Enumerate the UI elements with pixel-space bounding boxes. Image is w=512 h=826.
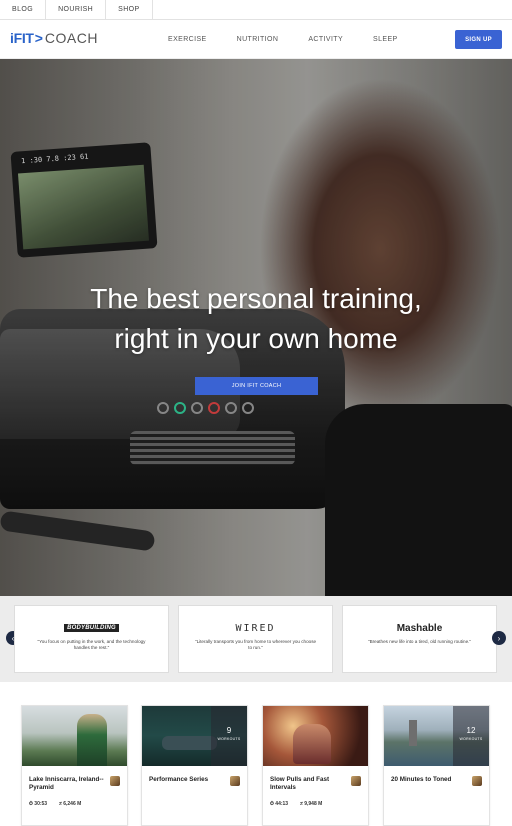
logo-brand: iFIT [10, 30, 34, 46]
blog-link[interactable]: BLOG [0, 0, 47, 19]
press-quote-card: WIRED "Literally transports you from hom… [178, 605, 333, 673]
series-count: 9 [226, 726, 232, 735]
press-quote-card: Mashable "Breathes new life into a tired… [342, 605, 497, 673]
workout-meta: ⏱ 44:13 ≠ 9,948 M [270, 801, 334, 807]
series-thumbnail: 12 WORKOUTS [384, 706, 489, 766]
logo-arrow-icon: > [34, 30, 43, 46]
nav-exercise[interactable]: EXERCISE [168, 36, 207, 43]
workout-title: Lake Inniscarra, Ireland--Pyramid [29, 776, 104, 791]
nav-nutrition[interactable]: NUTRITION [237, 36, 279, 43]
workout-cards: Lake Inniscarra, Ireland--Pyramid ⏱ 30:5… [0, 682, 512, 826]
series-title: Performance Series [149, 776, 209, 783]
hero-headline-line2: right in your own home [114, 323, 398, 354]
carousel-next-button[interactable]: › [492, 631, 506, 645]
shop-link[interactable]: SHOP [106, 0, 153, 19]
series-count-label: WORKOUTS [217, 737, 241, 741]
workout-time: ⏱ 44:13 [270, 801, 289, 807]
mashable-logo: Mashable [396, 622, 443, 634]
bodybuilding-logo: BODYBUILDING [64, 624, 119, 632]
hero-headline: The best personal training, right in you… [0, 279, 512, 359]
workout-thumbnail [22, 706, 127, 766]
series-count: 12 [466, 726, 476, 735]
hero-section: 1 :30 7.8 :23 61 The best personal train… [0, 59, 512, 596]
utility-bar: BLOG NOURISH SHOP [0, 0, 512, 20]
trainer-avatar [110, 776, 120, 786]
logo-product: COACH [44, 30, 98, 46]
press-quote-text: "Breathes new life into a tired, old run… [367, 639, 472, 644]
sign-up-button[interactable]: SIGN UP [455, 30, 502, 49]
main-nav: EXERCISE NUTRITION ACTIVITY SLEEP [168, 20, 428, 59]
ifit-coach-logo[interactable]: iFIT > COACH [10, 30, 98, 46]
press-quote-text: "You focus on putting in the work, and t… [37, 639, 146, 650]
workout-time: ⏱ 30:53 [29, 801, 48, 807]
workout-thumbnail [263, 706, 368, 766]
trainer-avatar [351, 776, 361, 786]
hero-headline-line1: The best personal training, [90, 283, 422, 314]
trainer-avatar [230, 776, 240, 786]
join-ifit-coach-button[interactable]: JOIN IFIT COACH [195, 377, 318, 395]
workout-series-card[interactable]: 12 WORKOUTS 20 Minutes to Toned [383, 705, 490, 826]
nourish-link[interactable]: NOURISH [46, 0, 107, 19]
workout-title: Slow Pulls and Fast Intervals [270, 776, 330, 791]
workout-card[interactable]: Lake Inniscarra, Ireland--Pyramid ⏱ 30:5… [21, 705, 128, 826]
workout-meta: ⏱ 30:53 ≠ 6,246 M [29, 801, 93, 807]
workout-card[interactable]: Slow Pulls and Fast Intervals ⏱ 44:13 ≠ … [262, 705, 369, 826]
press-quote-text: "Literally transports you from home to w… [194, 639, 317, 650]
series-count-label: WORKOUTS [459, 737, 483, 741]
series-count-badge: 12 WORKOUTS [453, 706, 489, 766]
main-header: iFIT > COACH EXERCISE NUTRITION ACTIVITY… [0, 20, 512, 59]
series-count-badge: 9 WORKOUTS [211, 706, 247, 766]
nav-sleep[interactable]: SLEEP [373, 36, 398, 43]
trainer-avatar [472, 776, 482, 786]
series-title: 20 Minutes to Toned [391, 776, 452, 783]
workout-series-card[interactable]: 9 WORKOUTS Performance Series [141, 705, 248, 826]
workout-distance: ≠ 9,948 M [300, 801, 323, 807]
workout-distance: ≠ 6,246 M [59, 801, 82, 807]
series-thumbnail: 9 WORKOUTS [142, 706, 247, 766]
press-carousel: ‹ BODYBUILDING "You focus on putting in … [0, 596, 512, 682]
wired-logo: WIRED [235, 622, 276, 634]
press-quote-card: BODYBUILDING "You focus on putting in th… [14, 605, 169, 673]
nav-activity[interactable]: ACTIVITY [308, 36, 343, 43]
